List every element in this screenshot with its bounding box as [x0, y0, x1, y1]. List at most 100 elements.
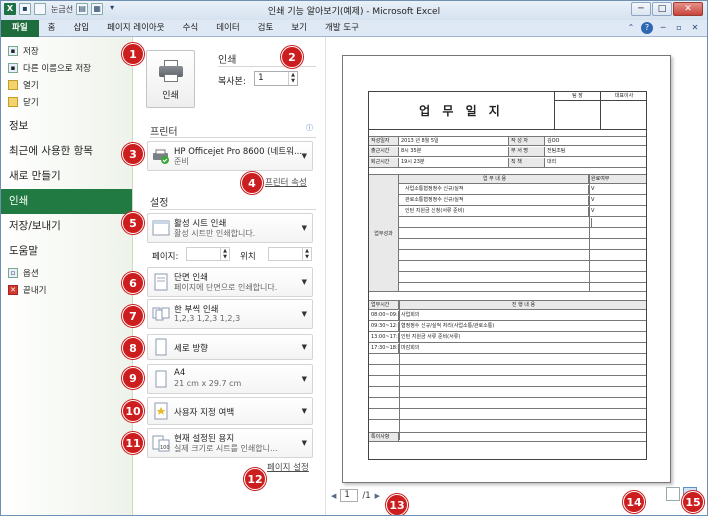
- pages-from-spinner[interactable]: ▲ ▼: [220, 248, 229, 260]
- callout-badge: 5: [122, 212, 144, 234]
- tab-view[interactable]: 보기: [282, 20, 316, 37]
- window-controls: ─ □ ✕: [631, 2, 703, 16]
- info-label: 퇴근시간: [369, 158, 399, 167]
- printer-dropdown[interactable]: HP Officejet Pro 8600 (네트워... 준비 ▼: [147, 141, 313, 171]
- pages-from-input[interactable]: ▲ ▼: [186, 247, 230, 261]
- table-row: [399, 284, 646, 292]
- show-margins-button[interactable]: [666, 487, 680, 501]
- nav-save-as[interactable]: ▪ 다른 이름으로 저장: [1, 59, 132, 76]
- page-setup-link[interactable]: 페이지 설정: [267, 461, 309, 473]
- tab-page-layout[interactable]: 페이지 레이아웃: [98, 20, 173, 37]
- tab-review[interactable]: 검토: [249, 20, 283, 37]
- table-row: [369, 388, 646, 398]
- prev-page-icon[interactable]: ◀: [331, 492, 336, 500]
- pages-to-input[interactable]: ▲ ▼: [268, 247, 312, 261]
- collate-dropdown[interactable]: 한 부씩 인쇄 1,2,3 1,2,3 1,2,3 ▼: [147, 299, 313, 329]
- callout-badge: 13: [386, 494, 408, 515]
- print-button-label: 인쇄: [162, 91, 179, 101]
- tab-formulas[interactable]: 수식: [174, 20, 208, 37]
- nav-help[interactable]: 도움말: [1, 239, 132, 264]
- minimize-button[interactable]: ─: [631, 2, 651, 16]
- task-cell: 관로소통협정정수 신규/실적: [399, 196, 589, 205]
- table-header: 업무시간 진 행 내 용: [369, 300, 646, 310]
- scaling-dropdown[interactable]: 100 현재 설정된 용지 실제 크기로 시트를 인쇄합니... ▼: [147, 428, 313, 458]
- table-row: [369, 410, 646, 420]
- maximize-button[interactable]: □: [652, 2, 672, 16]
- time-cell: 17:30~18:00: [371, 344, 399, 353]
- one-sided-icon: [154, 273, 168, 291]
- collate-sub: 1,2,3 1,2,3 1,2,3: [174, 314, 241, 323]
- table-row: [369, 377, 646, 387]
- info-icon[interactable]: ⓘ: [306, 123, 313, 133]
- actual-size-icon: 100: [152, 435, 170, 452]
- callout-badge: 14: [623, 491, 645, 513]
- info-value: 대리: [547, 159, 557, 165]
- tab-home[interactable]: 홈: [39, 20, 65, 37]
- task-cell: 인턴 지원금 신청(서류 준비): [399, 207, 589, 216]
- copies-input[interactable]: 1 ▲ ▼: [254, 71, 298, 86]
- table-row: [369, 399, 646, 409]
- nav-open[interactable]: 열기: [1, 76, 132, 93]
- nav-recent[interactable]: 최근에 사용한 항목: [1, 139, 132, 164]
- paper-size-dropdown[interactable]: A4 21 cm x 29.7 cm ▼: [147, 364, 313, 394]
- progress-cell: 사업회의: [401, 312, 420, 318]
- callout-badge: 15: [682, 491, 704, 513]
- scaling-sub: 실제 크기로 시트를 인쇄합니...: [174, 444, 278, 453]
- divider: [218, 66, 316, 67]
- tab-insert[interactable]: 삽입: [64, 20, 98, 37]
- minimize-ribbon-icon[interactable]: ⌃: [625, 22, 637, 34]
- nav-save-send[interactable]: 저장/보내기: [1, 214, 132, 239]
- chevron-down-icon: ▼: [301, 224, 307, 232]
- printer-icon: [158, 60, 183, 82]
- nav-exit[interactable]: ✕ 끝내기: [1, 281, 132, 298]
- chevron-down-icon: ▼: [301, 278, 307, 286]
- header-cell: 진 행 내 용: [399, 301, 646, 309]
- printer-properties-link[interactable]: 프린터 속성: [265, 176, 307, 188]
- table-row: [369, 355, 646, 365]
- nav-info[interactable]: 정보: [1, 114, 132, 139]
- close-button[interactable]: ✕: [673, 2, 703, 16]
- print-what-sub: 활성 시트만 인쇄합니다.: [174, 229, 256, 238]
- sheet-title: 업 무 일 지: [369, 92, 555, 130]
- doc-restore-icon[interactable]: ▫: [673, 22, 685, 34]
- sheet-icon: [152, 220, 170, 236]
- paper-title: A4: [174, 368, 186, 378]
- custom-margins-icon: [154, 402, 168, 420]
- nav-options[interactable]: ▫ 옵션: [1, 264, 132, 281]
- tab-file[interactable]: 파일: [1, 19, 39, 37]
- ribbon-tabs: 파일 홈 삽입 페이지 레이아웃 수식 데이터 검토 보기 개발 도구 ⌃ ? …: [1, 19, 707, 37]
- orientation-dropdown[interactable]: 세로 방향 ▼: [147, 334, 313, 360]
- info-label: 작성일자: [369, 137, 399, 145]
- callout-badge: 6: [122, 272, 144, 294]
- time-cell: 13:00~17:30: [371, 333, 399, 342]
- nav-close[interactable]: 닫기: [1, 93, 132, 110]
- table-row: 관로소통협정정수 신규/실적 V: [399, 196, 646, 206]
- callout-badge: 10: [122, 400, 144, 422]
- next-page-icon[interactable]: ▶: [375, 492, 380, 500]
- nav-exit-label: 끝내기: [23, 285, 47, 296]
- nav-new[interactable]: 새로 만들기: [1, 164, 132, 189]
- current-page-input[interactable]: 1: [340, 489, 359, 502]
- copies-spinner[interactable]: ▲ ▼: [288, 72, 297, 85]
- work-log-sheet: 업 무 일 지 팀 장 대표이사 작성일자 2013 년 8월 5일 작 성 자…: [368, 91, 647, 460]
- doc-minimize-icon[interactable]: ─: [657, 22, 669, 34]
- chevron-down-icon: ▼: [301, 439, 307, 447]
- tab-data[interactable]: 데이터: [207, 20, 248, 37]
- chevron-down-icon: ▼: [301, 310, 307, 318]
- task-cell: 사업소통협정정수 신규/실적: [399, 185, 589, 194]
- nav-print[interactable]: 인쇄: [1, 189, 132, 214]
- help-icon[interactable]: ?: [641, 22, 653, 34]
- callout-badge: 7: [122, 305, 144, 327]
- doc-close-icon[interactable]: ✕: [689, 22, 701, 34]
- print-section-title: 인쇄: [218, 55, 237, 66]
- print-what-dropdown[interactable]: 활성 시트 인쇄 활성 시트만 인쇄합니다. ▼: [147, 213, 313, 243]
- pages-to-spinner[interactable]: ▲ ▼: [302, 248, 311, 260]
- tab-developer[interactable]: 개발 도구: [316, 20, 368, 37]
- backstage-nav: ▪ 저장 ▪ 다른 이름으로 저장 열기 닫기 정보 최근에 사용한 항목 새로 만…: [1, 37, 133, 515]
- table-row: 13:00~17:30 인턴 지원금 서류 준비(서류): [369, 333, 646, 343]
- print-button[interactable]: 인쇄: [146, 50, 195, 108]
- print-preview: 업 무 일 지 팀 장 대표이사 작성일자 2013 년 8월 5일 작 성 자…: [325, 37, 707, 515]
- nav-save[interactable]: ▪ 저장: [1, 42, 132, 59]
- sides-dropdown[interactable]: 단면 인쇄 페이지에 단면으로 인쇄합니다. ▼: [147, 267, 313, 297]
- margins-dropdown[interactable]: 사용자 지정 여백 ▼: [147, 397, 313, 425]
